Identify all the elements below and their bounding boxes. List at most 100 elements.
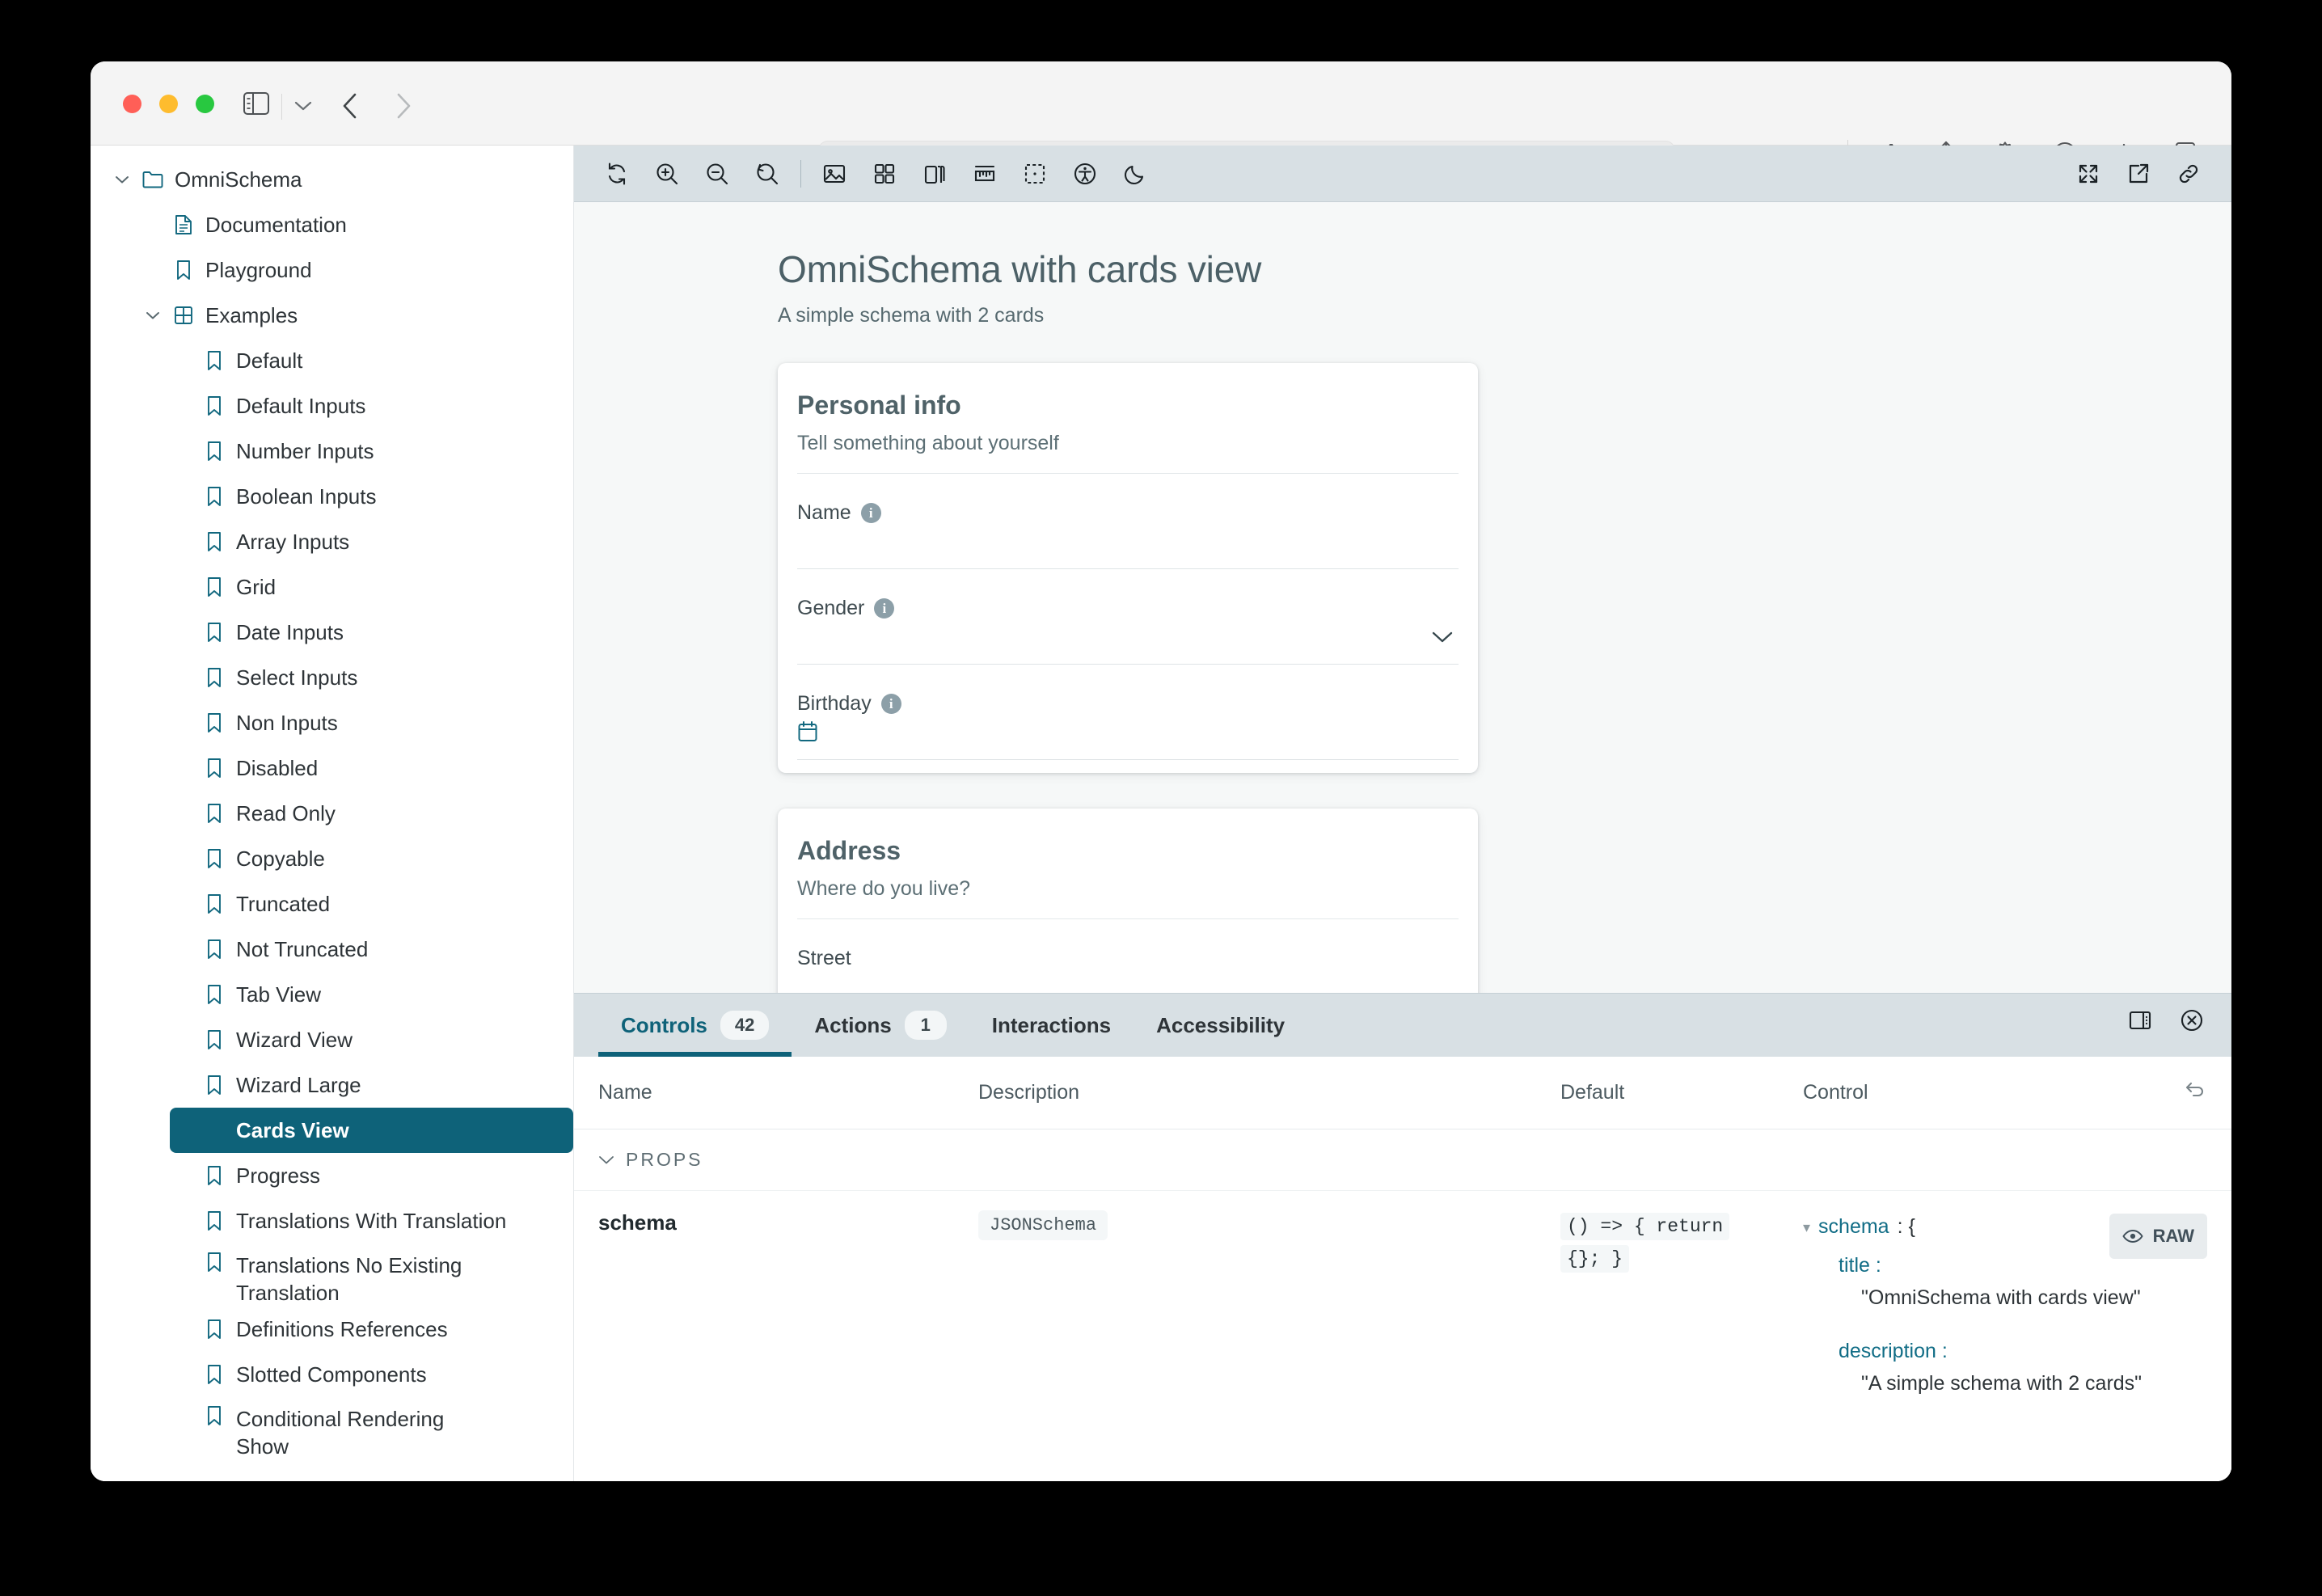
sidebar-item-definitions-references[interactable]: Definitions References xyxy=(91,1307,573,1352)
minimize-window-button[interactable] xyxy=(159,95,178,113)
select-input[interactable] xyxy=(797,620,1459,664)
sidebar-item-disabled[interactable]: Disabled xyxy=(91,745,573,791)
date-input[interactable] xyxy=(797,716,1459,759)
open-in-new-tab-icon[interactable] xyxy=(2120,155,2157,192)
zoom-out-icon[interactable] xyxy=(699,155,736,192)
props-group-cell: PROPS xyxy=(574,1129,2231,1191)
sidebar-item-tab-view[interactable]: Tab View xyxy=(91,972,573,1017)
json-entry-value[interactable]: "OmniSchema with cards view" xyxy=(1861,1281,2152,1314)
tab-count-badge: 1 xyxy=(905,1011,947,1040)
chevron-down-icon[interactable] xyxy=(1431,630,1454,644)
sidebar-item-date-inputs[interactable]: Date Inputs xyxy=(91,610,573,655)
form-field: Name i xyxy=(797,474,1459,569)
info-icon[interactable]: i xyxy=(861,503,881,523)
sidebar-item-wizard-view[interactable]: Wizard View xyxy=(91,1017,573,1062)
text-input[interactable] xyxy=(797,525,1459,568)
type-chip: JSONSchema xyxy=(978,1210,1108,1240)
close-circle-icon[interactable] xyxy=(2180,1008,2204,1032)
sidebar-item-inner: Translations No Existing Translation xyxy=(170,1243,573,1307)
calendar-icon[interactable] xyxy=(797,720,818,743)
sidebar-item-copyable[interactable]: Copyable xyxy=(91,836,573,881)
sidebar-item-translations-no-existing-translation[interactable]: Translations No Existing Translation xyxy=(91,1243,573,1307)
maximize-window-button[interactable] xyxy=(196,95,214,113)
sidebar-item-slotted-components[interactable]: Slotted Components xyxy=(91,1352,573,1397)
outline-icon[interactable] xyxy=(1016,155,1053,192)
info-icon[interactable]: i xyxy=(881,694,901,714)
sidebar-item-array-inputs[interactable]: Array Inputs xyxy=(91,519,573,564)
background-image-icon[interactable] xyxy=(816,155,853,192)
card-header: AddressWhere do you live? xyxy=(778,809,1478,918)
form-field: Birthday i xyxy=(797,665,1459,760)
sidebar-item-default[interactable]: Default xyxy=(91,338,573,383)
measure-icon[interactable] xyxy=(966,155,1003,192)
sidebar-item-omnischema[interactable]: OmniSchema xyxy=(91,157,573,202)
accessibility-icon[interactable] xyxy=(1066,155,1104,192)
info-icon[interactable]: i xyxy=(874,598,894,619)
chevron-down-icon[interactable] xyxy=(294,100,312,112)
sidebar-item-not-truncated[interactable]: Not Truncated xyxy=(91,927,573,972)
viewport-icon[interactable] xyxy=(916,155,953,192)
sidebar-item-wizard-large[interactable]: Wizard Large xyxy=(91,1062,573,1108)
zoom-in-icon[interactable] xyxy=(648,155,686,192)
bookmark-icon xyxy=(204,531,225,552)
sidebar-item-non-inputs[interactable]: Non Inputs xyxy=(91,700,573,745)
sidebar-item-truncated[interactable]: Truncated xyxy=(91,881,573,927)
chevron-down-icon[interactable] xyxy=(144,306,162,324)
sidebar-item-conditional-rendering-show[interactable]: Conditional Rendering Show xyxy=(91,1397,573,1460)
storybook-shell: OmniSchema Documentation Playground Exam… xyxy=(91,146,2231,1481)
sidebar-item-inner: Disabled xyxy=(170,745,573,791)
copy-link-icon[interactable] xyxy=(2170,155,2207,192)
sidebar-item-documentation[interactable]: Documentation xyxy=(91,202,573,247)
fullscreen-icon[interactable] xyxy=(2070,155,2107,192)
sidebar-item-cards-view[interactable]: Cards View xyxy=(91,1108,573,1153)
tab-interactions[interactable]: Interactions xyxy=(969,994,1134,1057)
back-arrow-icon[interactable] xyxy=(341,92,359,120)
sidebar-item-translations-with-translation[interactable]: Translations With Translation xyxy=(91,1198,573,1243)
theme-moon-icon[interactable] xyxy=(1117,155,1154,192)
raw-toggle-button[interactable]: RAW xyxy=(2109,1214,2207,1259)
card-title: Address xyxy=(797,836,1459,866)
sidebar-item-boolean-inputs[interactable]: Boolean Inputs xyxy=(91,474,573,519)
panel-position-icon[interactable] xyxy=(2128,1009,2152,1032)
sidebar-item-label: Boolean Inputs xyxy=(236,483,376,510)
props-group-row[interactable]: PROPS xyxy=(574,1129,2231,1191)
close-window-button[interactable] xyxy=(123,95,141,113)
json-entry-value[interactable]: "A simple schema with 2 cards" xyxy=(1861,1367,2152,1400)
bookmark-icon xyxy=(204,576,225,597)
sidebar-item-read-only[interactable]: Read Only xyxy=(91,791,573,836)
sidebar-item-progress[interactable]: Progress xyxy=(91,1153,573,1198)
field-label-row: Name i xyxy=(797,501,1459,525)
sidebar-item-select-inputs[interactable]: Select Inputs xyxy=(91,655,573,700)
tab-controls[interactable]: Controls42 xyxy=(598,994,792,1057)
forward-arrow-icon[interactable] xyxy=(395,92,412,120)
tab-label: Actions xyxy=(814,1013,891,1038)
sidebar-toggle-icon[interactable] xyxy=(243,91,270,116)
reset-controls-icon[interactable] xyxy=(2143,1057,2231,1129)
sidebar-item-inner: Array Inputs xyxy=(170,519,573,564)
json-entries: title : "OmniSchema with cards view" des… xyxy=(1839,1249,2231,1400)
sidebar-item-default-inputs[interactable]: Default Inputs xyxy=(91,383,573,429)
tab-actions[interactable]: Actions 1 xyxy=(792,994,969,1057)
json-collapse-caret[interactable]: ▾ xyxy=(1803,1210,1810,1244)
sidebar-item-inner: Wizard Large xyxy=(170,1062,573,1108)
field-label: Name xyxy=(797,501,851,525)
json-entry-key: description : xyxy=(1839,1335,2231,1367)
text-input[interactable] xyxy=(797,970,1459,993)
sidebar-item-playground[interactable]: Playground xyxy=(91,247,573,293)
chevron-down-icon[interactable] xyxy=(598,1155,614,1165)
sidebar-item-grid[interactable]: Grid xyxy=(91,564,573,610)
bookmark-icon xyxy=(204,939,225,960)
remount-icon[interactable] xyxy=(598,155,635,192)
story-canvas-inner: OmniSchema with cards view A simple sche… xyxy=(574,247,2231,993)
sidebar-item-examples[interactable]: Examples xyxy=(91,293,573,338)
tab-accessibility[interactable]: Accessibility xyxy=(1134,994,1307,1057)
sidebar-item-inner: Truncated xyxy=(170,881,573,927)
sidebar-item-inner: Read Only xyxy=(170,791,573,836)
chevron-down-icon[interactable] xyxy=(113,171,131,188)
grid-icon[interactable] xyxy=(866,155,903,192)
field-label: Birthday xyxy=(797,692,872,716)
sidebar-item-label: Examples xyxy=(205,302,298,329)
zoom-reset-icon[interactable] xyxy=(749,155,786,192)
sidebar-item-inner: Date Inputs xyxy=(170,610,573,655)
sidebar-item-number-inputs[interactable]: Number Inputs xyxy=(91,429,573,474)
